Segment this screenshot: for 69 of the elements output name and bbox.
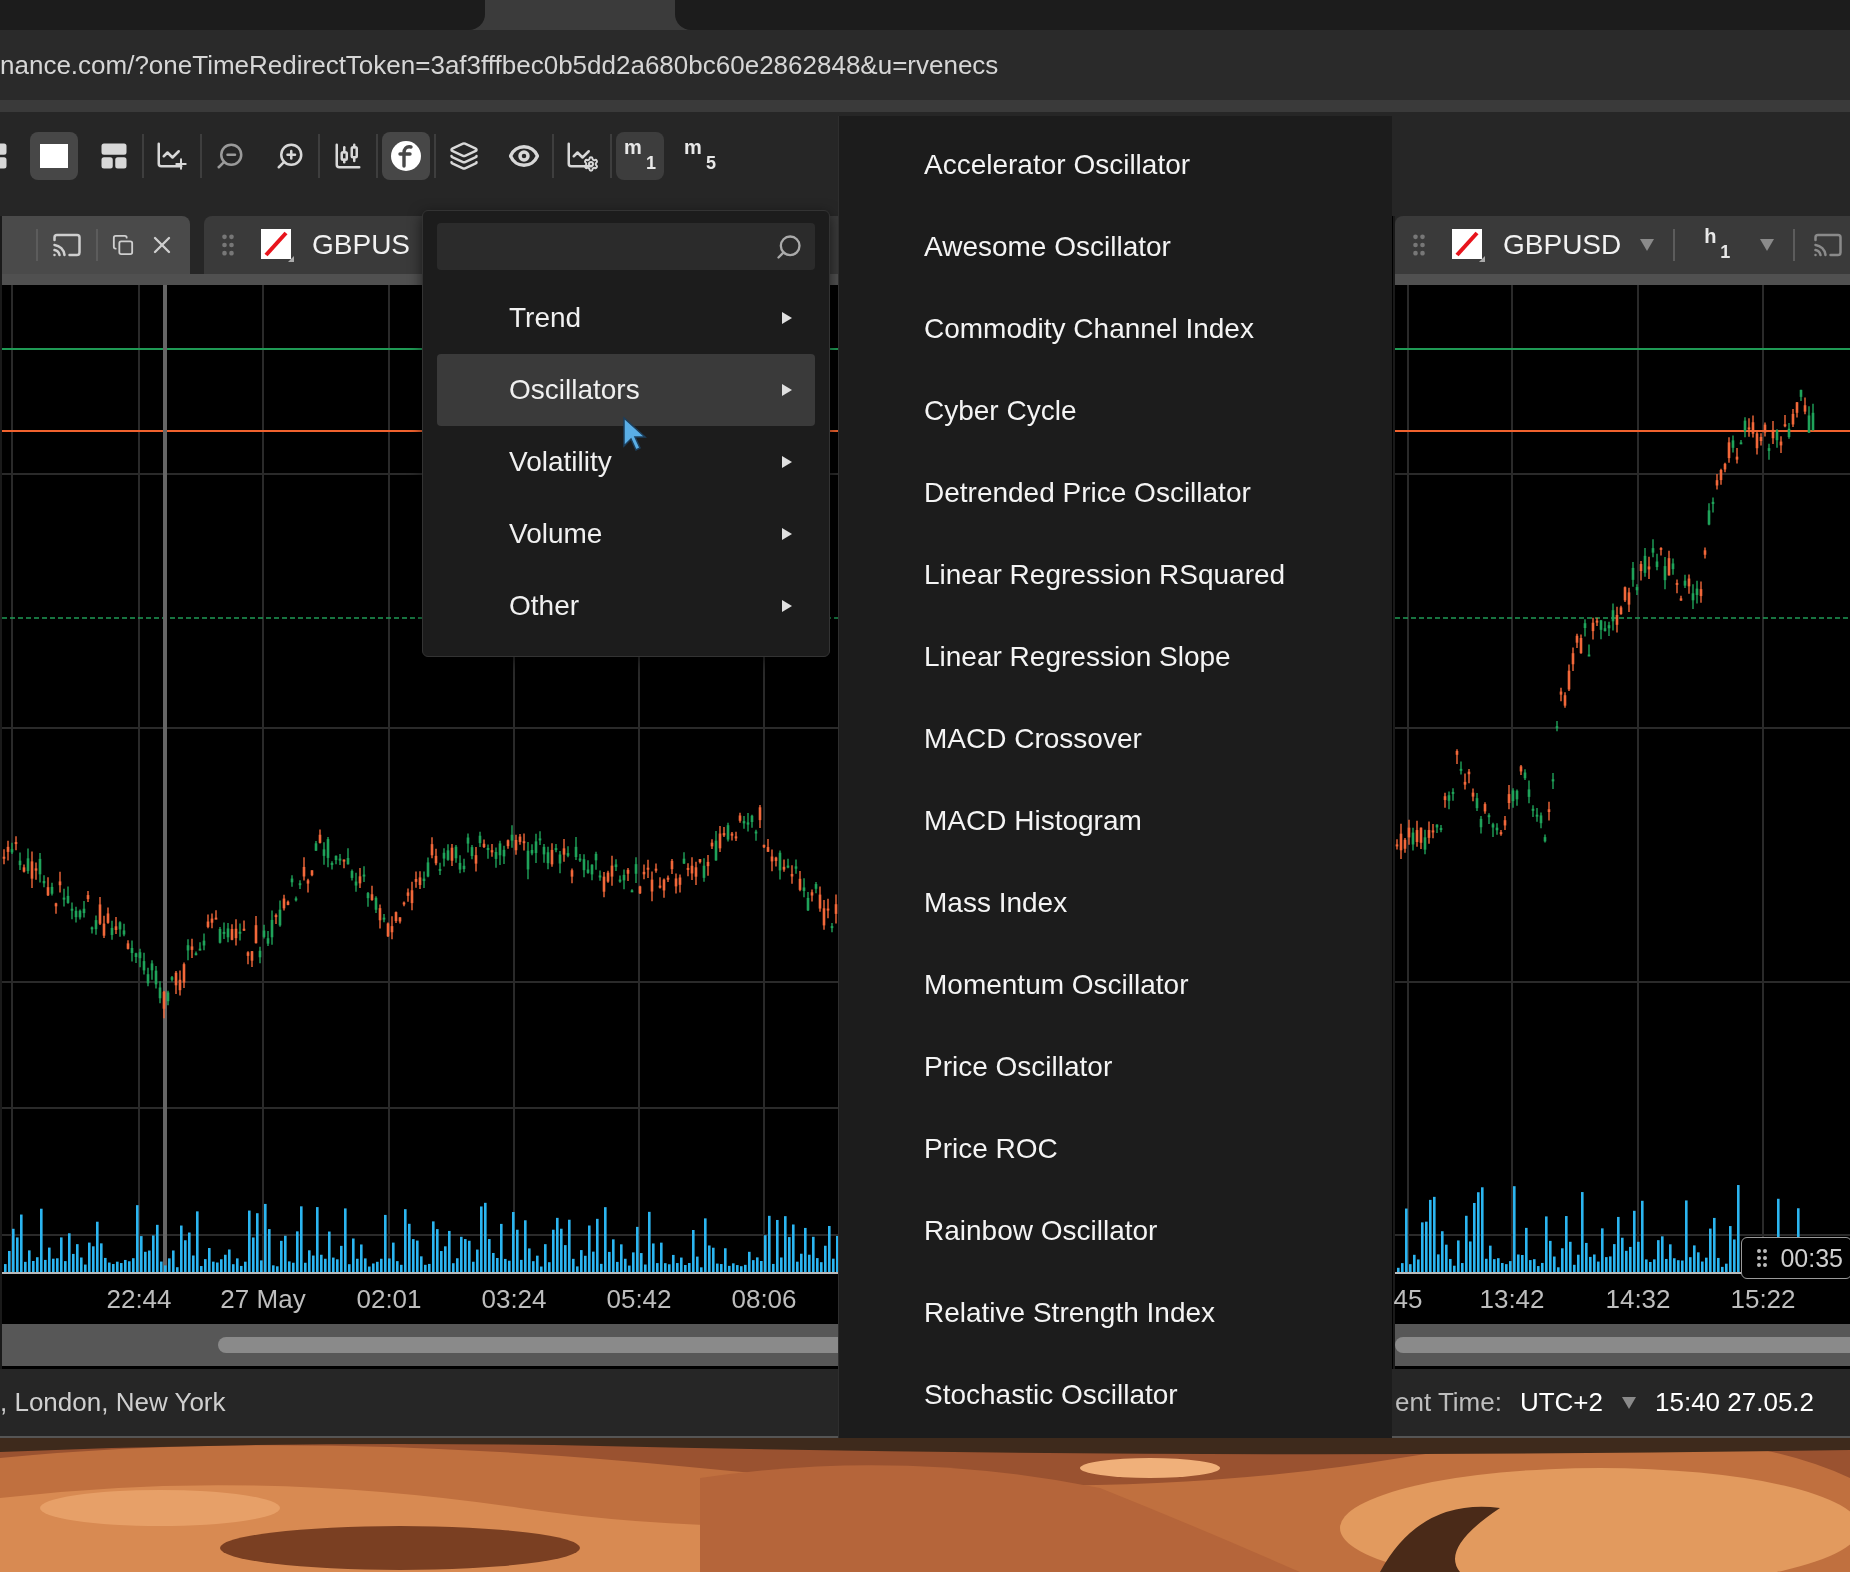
menu-item[interactable]: Volatility — [437, 426, 815, 498]
submenu-arrow-icon — [781, 527, 793, 541]
timeframe-button[interactable]: m 1 — [616, 132, 664, 180]
search-field[interactable] — [437, 223, 815, 270]
menu-item[interactable]: MACD Histogram — [839, 780, 1392, 862]
menu-item[interactable]: Price Oscillator — [839, 1026, 1392, 1108]
toolbar-button[interactable] — [382, 132, 430, 180]
menu-item[interactable]: Other — [437, 570, 815, 642]
chart-add-icon — [155, 140, 189, 172]
axis-label: 45 — [1393, 1284, 1423, 1315]
search-icon[interactable] — [775, 232, 803, 261]
symbol-name[interactable]: GBPUSD — [1503, 229, 1622, 261]
caret-down-icon[interactable] — [1621, 1395, 1637, 1410]
menu-item[interactable]: Oscillators — [437, 354, 815, 426]
zoom-out-icon — [215, 141, 245, 171]
menu-item[interactable]: Momentum Oscillator — [839, 944, 1392, 1026]
timeframe-button[interactable]: h 1 — [1693, 221, 1742, 269]
axis-label: 22:44 — [106, 1284, 172, 1315]
menu-item[interactable]: Rainbow Oscillator — [839, 1190, 1392, 1272]
mouse-pointer-icon — [622, 416, 648, 452]
axis-label: 15:22 — [1730, 1284, 1796, 1315]
layers-icon — [449, 141, 479, 171]
sessions-text: , London, New York — [0, 1387, 226, 1418]
menu-item[interactable]: Linear Regression RSquared — [839, 534, 1392, 616]
menu-item[interactable]: Commodity Channel Index — [839, 288, 1392, 370]
symbol-icon[interactable] — [260, 228, 294, 262]
axis-label: 27 May — [220, 1284, 306, 1315]
caret-down-icon[interactable] — [1759, 238, 1776, 252]
menu-item[interactable]: MACD Crossover — [839, 698, 1392, 780]
axis-label: 02:01 — [356, 1284, 422, 1315]
single-layout-icon — [40, 144, 68, 168]
menu-item[interactable]: Detrended Price Oscillator — [839, 452, 1392, 534]
symbol-name[interactable]: GBPUS — [312, 229, 411, 261]
scrollbar-thumb[interactable] — [218, 1337, 838, 1353]
timezone-selector[interactable]: UTC+2 — [1519, 1387, 1603, 1418]
submenu-arrow-icon — [781, 311, 793, 325]
submenu-arrow-icon — [781, 599, 793, 613]
current-datetime: 15:40 27.05.2 — [1655, 1387, 1815, 1418]
menu-item[interactable]: Accelerator Oscillator — [839, 124, 1392, 206]
timeframe-button[interactable]: m 5 — [676, 132, 724, 180]
scrollbar-thumb[interactable] — [1395, 1337, 1850, 1353]
menu-item[interactable]: Relative Strength Index — [839, 1272, 1392, 1354]
axis-label: 13:42 — [1479, 1284, 1545, 1315]
function-icon — [390, 140, 422, 172]
axis-label: 03:24 — [481, 1284, 547, 1315]
menu-item[interactable]: Linear Regression Slope — [839, 616, 1392, 698]
zoom-in-icon — [275, 141, 305, 171]
split-layout-icon — [99, 141, 129, 171]
candlestick-icon — [333, 141, 363, 171]
submenu-arrow-icon — [781, 455, 793, 469]
toolbar-button[interactable] — [30, 132, 78, 180]
menu-item[interactable]: Stochastic Oscillator — [839, 1354, 1392, 1436]
menu-item[interactable]: Price ROC — [839, 1108, 1392, 1190]
submenu-arrow-icon — [781, 383, 793, 397]
axis-label: 05:42 — [606, 1284, 672, 1315]
menu-item[interactable]: Trend — [437, 282, 815, 354]
menu-item[interactable]: Awesome Oscillator — [839, 206, 1392, 288]
menu-item[interactable]: Mass Index — [839, 862, 1392, 944]
time-label: ent Time: — [1395, 1387, 1502, 1418]
menu-item[interactable]: Cyber Cycle — [839, 370, 1392, 452]
countdown-text: 00:35 — [1780, 1243, 1843, 1273]
axis-label: 14:32 — [1605, 1284, 1671, 1315]
address-bar[interactable]: nance.com/?oneTimeRedirectToken=3af3fffbec0b5dd2a680bc60e2862848&u=rvenecs — [0, 30, 1850, 100]
restore-icon[interactable] — [112, 234, 134, 256]
menu-item[interactable]: Volume — [437, 498, 815, 570]
chart-settings-icon — [565, 140, 599, 172]
caret-down-icon[interactable] — [1639, 238, 1656, 252]
axis-label: 08:06 — [731, 1284, 797, 1315]
symbol-icon[interactable] — [1451, 228, 1485, 262]
